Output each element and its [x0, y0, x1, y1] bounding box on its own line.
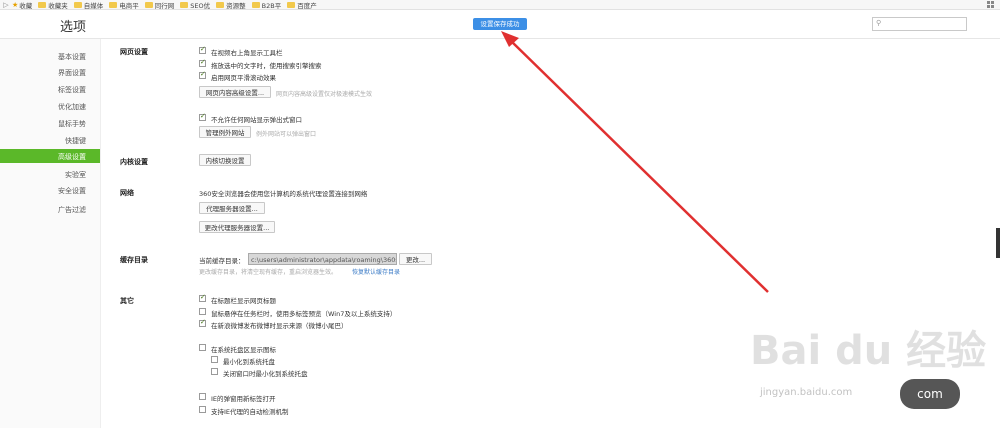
baidu-watermark-logo: Bai du 经验	[750, 328, 987, 374]
side-panel-tab[interactable]	[996, 228, 1000, 258]
baidu-watermark-url: jingyan.baidu.com	[760, 387, 853, 398]
arrow-shaft	[509, 39, 769, 293]
watermark-bubble: com	[900, 379, 960, 409]
